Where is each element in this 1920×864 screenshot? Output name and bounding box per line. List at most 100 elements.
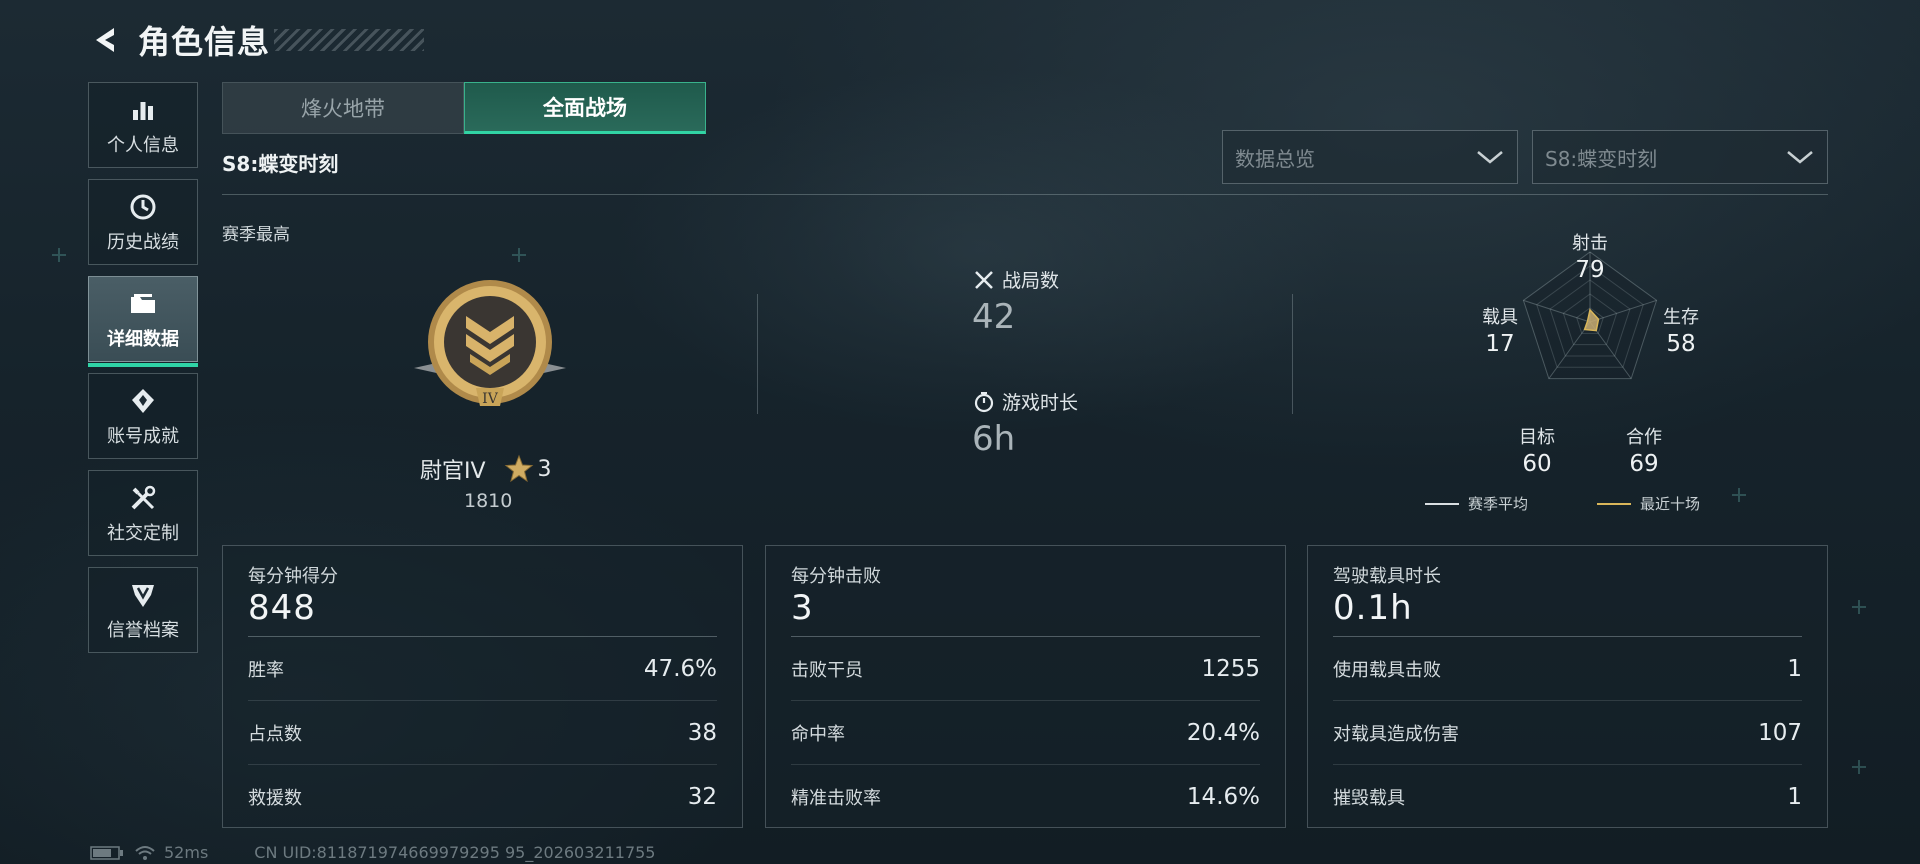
card-row: 命中率 20.4%: [791, 701, 1260, 765]
radar-label-survival: 生存 58: [1651, 303, 1711, 357]
row-label: 摧毁载具: [1333, 788, 1405, 809]
title-decoration: [274, 29, 425, 51]
card-title: 每分钟击败: [791, 566, 881, 587]
shield-badge-icon: [126, 578, 160, 612]
sidebar-item-detailed-data[interactable]: 详细数据: [88, 276, 198, 367]
sidebar-item-social[interactable]: 社交定制: [88, 470, 198, 556]
card-row: 摧毁载具 1: [1333, 765, 1802, 829]
radar-axis-name: 射击: [1572, 233, 1608, 254]
card-main-value: 848: [248, 588, 316, 628]
stopwatch-icon: [972, 390, 996, 414]
row-label: 使用载具击败: [1333, 659, 1441, 681]
season-best-label: 赛季最高: [222, 225, 290, 245]
radar-axis-value: 79: [1575, 257, 1605, 283]
radar-axis-name: 合作: [1626, 427, 1662, 448]
stat-card-score: 每分钟得分 848 胜率 47.6% 占点数 38 救援数 32: [222, 545, 743, 828]
radar-legend-recent: 最近十场: [1597, 493, 1700, 514]
radar-legend-season: 赛季平均: [1425, 493, 1528, 514]
star-icon: [504, 454, 533, 483]
card-row: 胜率 47.6%: [248, 637, 717, 701]
radar-axis-value: 58: [1666, 331, 1696, 357]
sidebar-item-label: 历史战绩: [107, 232, 179, 253]
divider: [757, 294, 758, 414]
row-label: 胜率: [248, 659, 284, 681]
sidebar-item-achievements[interactable]: 账号成就: [88, 373, 198, 459]
row-label: 精准击败率: [791, 788, 881, 809]
decor-cross: [1732, 488, 1746, 502]
row-value: 20.4%: [1186, 719, 1260, 746]
legend-line: [1425, 502, 1459, 505]
legend-label: 赛季平均: [1468, 495, 1529, 513]
status-footer: 52ms CN UID:811871974669979295 95_202603…: [90, 843, 655, 862]
divider: [222, 194, 1828, 195]
sidebar-item-label: 详细数据: [107, 329, 179, 350]
card-row: 救援数 32: [248, 765, 717, 829]
rank-badge-icon: IV: [410, 276, 570, 416]
row-label: 命中率: [791, 723, 845, 745]
bar-chart-icon: [126, 93, 160, 127]
card-main-value: 0.1h: [1333, 588, 1413, 628]
chevron-down-icon: [1477, 151, 1503, 164]
battery-icon: [90, 845, 123, 860]
row-value: 14.6%: [1186, 784, 1260, 810]
stat-card-vehicle: 驾驶载具时长 0.1h 使用载具击败 1 对载具造成伤害 107 摧毁载具 1: [1307, 545, 1828, 828]
matches-label: 战局数: [1002, 270, 1060, 292]
user-uid: CN UID:811871974669979295 95_20260321175…: [254, 843, 656, 862]
card-row: 使用载具击败 1: [1333, 637, 1802, 701]
sidebar: 个人信息 历史战绩 详细数据 账号成就 社交定制 信誉档案: [88, 82, 198, 664]
season-dropdown[interactable]: S8:蝶变时刻: [1532, 130, 1828, 184]
decor-cross: [512, 248, 526, 262]
decor-cross: [52, 248, 66, 262]
row-label: 占点数: [248, 723, 302, 745]
card-title: 驾驶载具时长: [1333, 566, 1441, 587]
card-title: 每分钟得分: [248, 566, 338, 587]
row-value: 47.6%: [643, 655, 717, 682]
sidebar-item-personal-info[interactable]: 个人信息: [88, 82, 198, 168]
data-type-dropdown[interactable]: 数据总览: [1222, 130, 1518, 184]
matches-value: 42: [972, 297, 1016, 337]
decor-cross: [1852, 600, 1866, 614]
legend-line: [1597, 502, 1631, 505]
sidebar-item-label: 账号成就: [107, 426, 179, 447]
rank-name-row: 尉官IV 3: [420, 453, 552, 485]
row-value: 32: [687, 784, 717, 810]
card-row: 占点数 38: [248, 701, 717, 765]
row-label: 救援数: [248, 788, 302, 809]
svg-text:IV: IV: [482, 391, 499, 407]
radar-label-teamwork: 合作 69: [1614, 423, 1674, 477]
sidebar-item-history[interactable]: 历史战绩: [88, 179, 198, 265]
ping-value: 52ms: [164, 843, 209, 862]
row-value: 1: [1787, 655, 1802, 682]
decor-cross: [1852, 760, 1866, 774]
folder-icon: [126, 287, 160, 321]
sidebar-item-label: 个人信息: [107, 135, 179, 156]
back-arrow-icon[interactable]: [88, 22, 124, 58]
playtime-label: 游戏时长: [1002, 392, 1079, 414]
divider: [1292, 294, 1293, 414]
radar-label-vehicle: 载具 17: [1470, 303, 1530, 357]
season-title: S8:蝶变时刻: [222, 152, 339, 176]
tab-warzone[interactable]: 烽火地带: [222, 82, 464, 134]
history-clock-icon: [126, 190, 160, 224]
rank-score: 1810: [464, 490, 513, 512]
dropdown-value: 数据总览: [1235, 146, 1315, 171]
card-main-value: 3: [791, 588, 814, 628]
row-value: 1: [1787, 784, 1802, 810]
radar-axis-value: 60: [1522, 451, 1552, 477]
radar-axis-name: 生存: [1663, 307, 1699, 328]
legend-label: 最近十场: [1640, 495, 1701, 513]
row-value: 107: [1758, 719, 1802, 746]
sidebar-item-label: 信誉档案: [107, 620, 179, 641]
tab-full-battlefield[interactable]: 全面战场: [464, 82, 706, 134]
ability-radar-chart: 射击 79 生存 58 合作 69 目标 60 载具 17: [1440, 225, 1740, 485]
radar-axis-value: 17: [1485, 331, 1515, 357]
radar-axis-name: 目标: [1519, 427, 1555, 448]
rank-name: 尉官IV: [420, 459, 486, 484]
tools-icon: [126, 481, 160, 515]
sidebar-item-reputation[interactable]: 信誉档案: [88, 567, 198, 653]
matches-stat: 战局数 42: [972, 266, 1059, 337]
page-title: 角色信息: [138, 23, 271, 61]
card-row: 击败干员 1255: [791, 637, 1260, 701]
dropdown-value: S8:蝶变时刻: [1545, 146, 1658, 171]
row-value: 38: [687, 719, 717, 746]
